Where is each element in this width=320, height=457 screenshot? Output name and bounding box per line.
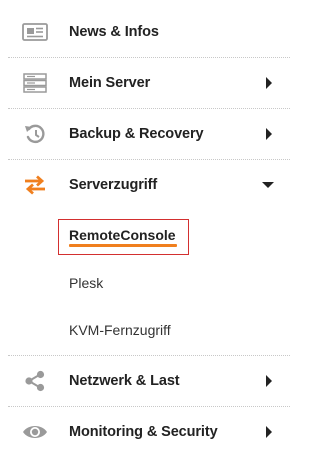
menu-item-news-infos[interactable]: News & Infos [0, 7, 290, 57]
chevron-right-icon [264, 127, 274, 141]
chevron-right-icon [264, 76, 274, 90]
submenu-item-plesk[interactable]: Plesk [69, 275, 103, 291]
menu-item-label: Mein Server [69, 75, 151, 91]
menu-item-monitoring-security[interactable]: Monitoring & Security [0, 407, 290, 457]
newspaper-icon [22, 20, 48, 44]
menu-item-label: Serverzugriff [69, 177, 158, 193]
share-icon [22, 369, 48, 393]
server-rack-icon [22, 71, 48, 95]
chevron-down-icon [261, 178, 275, 192]
chevron-right-icon [264, 374, 274, 388]
menu-item-label: Netzwerk & Last [69, 373, 180, 389]
transfer-arrows-icon [22, 173, 48, 197]
active-underline [69, 244, 177, 247]
menu-item-label: Monitoring & Security [69, 424, 218, 440]
server-nav-menu: News & Infos Mein Server Backup & Recove… [0, 0, 290, 454]
restore-icon [22, 122, 48, 146]
menu-item-serverzugriff[interactable]: Serverzugriff [0, 160, 290, 210]
menu-item-backup-recovery[interactable]: Backup & Recovery [0, 109, 290, 159]
submenu-item-remoteconsole[interactable]: RemoteConsole [69, 227, 176, 243]
menu-item-label: Backup & Recovery [69, 126, 204, 142]
submenu-item-kvm-fernzugriff[interactable]: KVM-Fernzugriff [69, 322, 171, 338]
menu-item-mein-server[interactable]: Mein Server [0, 58, 290, 108]
eye-icon [22, 420, 48, 444]
chevron-right-icon [264, 425, 274, 439]
menu-item-netzwerk-last[interactable]: Netzwerk & Last [0, 356, 290, 406]
menu-item-label: News & Infos [69, 24, 159, 40]
